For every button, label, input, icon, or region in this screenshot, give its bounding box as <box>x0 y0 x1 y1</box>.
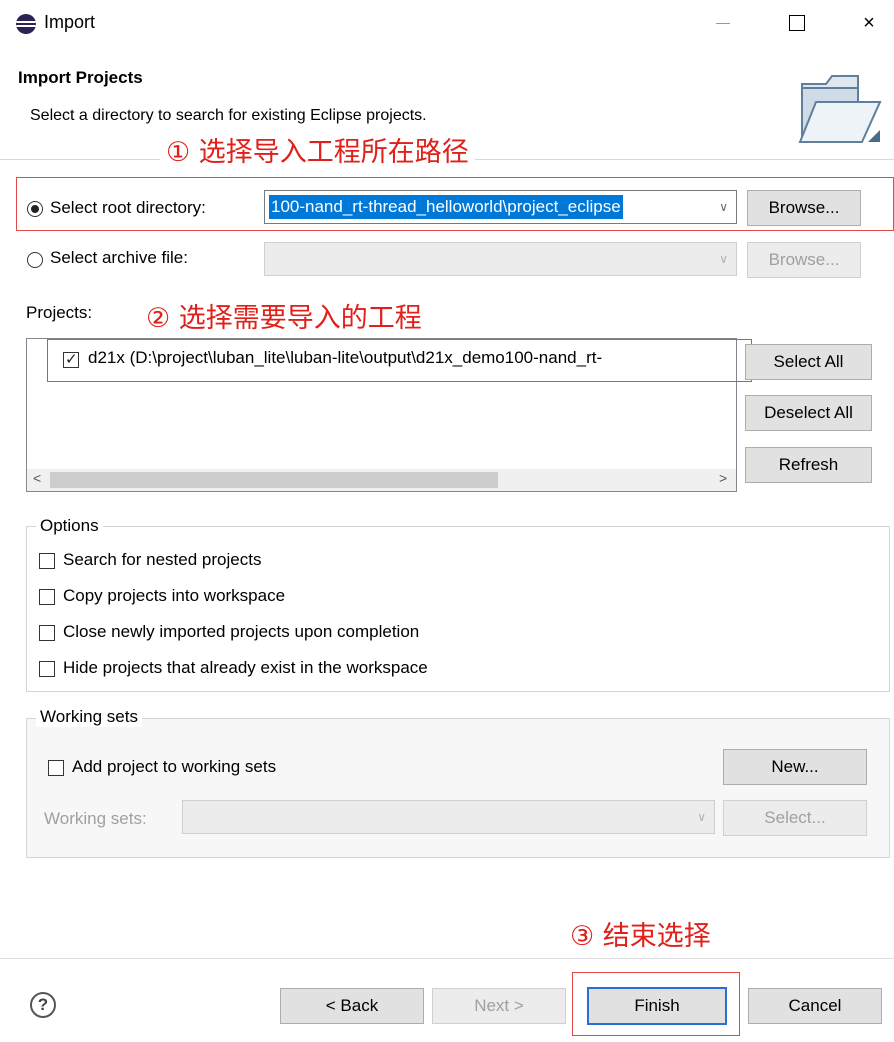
options-title: Options <box>36 516 103 536</box>
wizard-title: Import Projects <box>18 68 143 87</box>
window-title: Import <box>44 12 96 32</box>
close-imported-checkbox[interactable] <box>39 625 55 641</box>
select-working-set-button[interactable]: Select... <box>723 800 867 836</box>
maximize-button[interactable] <box>774 8 820 38</box>
close-button[interactable]: × <box>846 8 892 38</box>
finish-button[interactable]: Finish <box>587 987 727 1025</box>
chevron-down-icon[interactable]: ∨ <box>719 200 728 214</box>
minimize-button[interactable] <box>700 8 746 38</box>
root-directory-combo[interactable]: 100-nand_rt-thread_helloworld\project_ec… <box>264 190 737 224</box>
projects-label: Projects: <box>26 303 93 322</box>
close-imported-label[interactable]: Close newly imported projects upon compl… <box>63 622 419 642</box>
select-all-button[interactable]: Select All <box>745 344 872 380</box>
annotation-box-project <box>47 339 752 382</box>
add-working-sets-checkbox[interactable] <box>48 760 64 776</box>
working-sets-group <box>26 718 890 858</box>
help-glyph: ? <box>37 995 49 1014</box>
folder-icon <box>798 75 882 143</box>
browse-root-button[interactable]: Browse... <box>747 190 861 226</box>
deselect-all-button[interactable]: Deselect All <box>745 395 872 431</box>
eclipse-icon <box>16 14 36 34</box>
scroll-left-icon[interactable]: < <box>33 470 41 486</box>
close-icon: × <box>863 11 875 34</box>
working-sets-combo[interactable]: ∨ <box>182 800 715 834</box>
wizard-subtitle: Select a directory to search for existin… <box>30 107 427 124</box>
next-button[interactable]: Next > <box>432 988 566 1024</box>
maximize-icon <box>789 15 805 31</box>
archive-file-combo[interactable]: ∨ <box>264 242 737 276</box>
new-working-set-button[interactable]: New... <box>723 749 867 785</box>
footer-separator <box>0 958 894 959</box>
scroll-right-icon[interactable]: > <box>719 470 727 486</box>
nested-projects-label[interactable]: Search for nested projects <box>63 550 261 570</box>
nested-projects-checkbox[interactable] <box>39 553 55 569</box>
root-directory-radio[interactable] <box>27 201 43 217</box>
chevron-down-icon: ∨ <box>719 252 728 266</box>
copy-projects-label[interactable]: Copy projects into workspace <box>63 586 285 606</box>
annotation-step3: ③ 结束选择 <box>564 914 717 953</box>
browse-archive-button[interactable]: Browse... <box>747 242 861 278</box>
back-button[interactable]: < Back <box>280 988 424 1024</box>
add-working-sets-label[interactable]: Add project to working sets <box>72 757 276 777</box>
refresh-button[interactable]: Refresh <box>745 447 872 483</box>
title-bar <box>0 0 894 46</box>
archive-file-radio[interactable] <box>27 252 43 268</box>
annotation-step2: ② 选择需要导入的工程 <box>140 296 428 335</box>
hide-existing-label[interactable]: Hide projects that already exist in the … <box>63 658 428 678</box>
copy-projects-checkbox[interactable] <box>39 589 55 605</box>
working-sets-title: Working sets <box>36 707 142 727</box>
cancel-button[interactable]: Cancel <box>748 988 882 1024</box>
root-directory-value[interactable]: 100-nand_rt-thread_helloworld\project_ec… <box>269 195 623 219</box>
chevron-down-icon: ∨ <box>697 810 706 824</box>
help-icon[interactable]: ? <box>30 992 56 1018</box>
scroll-thumb[interactable] <box>50 472 498 488</box>
horizontal-scrollbar[interactable]: < > <box>27 469 736 491</box>
working-sets-label: Working sets: <box>44 809 147 828</box>
minimize-icon <box>716 22 730 24</box>
root-directory-label: Select root directory: <box>50 198 206 217</box>
hide-existing-checkbox[interactable] <box>39 661 55 677</box>
annotation-step1: ① 选择导入工程所在路径 <box>160 130 475 169</box>
archive-file-label: Select archive file: <box>50 248 188 267</box>
